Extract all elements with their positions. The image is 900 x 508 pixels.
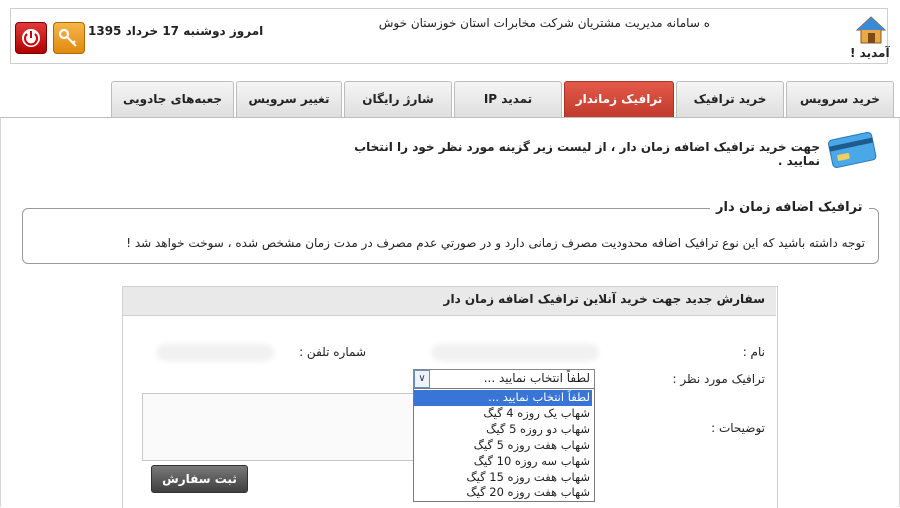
app-title: ه سامانه مدیریت مشتریان شرکت مخابرات است… bbox=[378, 16, 710, 30]
password-key-button[interactable] bbox=[53, 22, 85, 54]
tab-ip-renewal[interactable]: تمدید IP bbox=[454, 81, 562, 118]
phone-value-redacted bbox=[160, 348, 270, 357]
logout-button[interactable] bbox=[15, 22, 47, 54]
dropdown-option[interactable]: شهاب یک روزه 4 گیگ bbox=[414, 406, 592, 422]
dropdown-option[interactable]: شهاب سه روزه 10 گیگ bbox=[414, 454, 592, 470]
notice-text: توجه داشته باشید که این نوع ترافیک اضافه… bbox=[126, 236, 865, 250]
power-icon bbox=[22, 29, 40, 47]
tab-buy-service[interactable]: خرید سرویس bbox=[786, 81, 894, 118]
dropdown-option[interactable]: شهاب دو روزه 5 گیگ bbox=[414, 422, 592, 438]
name-value-redacted bbox=[435, 348, 595, 357]
submit-order-button[interactable]: ثبت سفارش bbox=[151, 465, 248, 493]
phone-label: شماره تلفن : bbox=[299, 345, 366, 359]
key-icon bbox=[58, 28, 77, 47]
traffic-dropdown-list[interactable]: لطفاً انتخاب نمایید ... شهاب یک روزه 4 گ… bbox=[413, 388, 595, 502]
credit-card-icon bbox=[828, 131, 877, 168]
chevron-down-icon[interactable]: ∨ bbox=[414, 370, 430, 388]
tab-buy-traffic[interactable]: خرید ترافیک bbox=[676, 81, 784, 118]
traffic-label: ترافیک مورد نظر : bbox=[672, 372, 765, 386]
order-form-title: سفارش جدید جهت خرید آنلاین ترافیک اضافه … bbox=[443, 292, 765, 306]
tab-free-charge[interactable]: شارژ رایگان bbox=[344, 81, 452, 118]
date-text: امروز دوشنبه 17 خرداد 1395 bbox=[88, 24, 264, 38]
dropdown-option[interactable]: شهاب هفت روزه 15 گیگ bbox=[414, 470, 592, 486]
dropdown-option[interactable]: لطفاً انتخاب نمایید ... bbox=[414, 390, 592, 406]
tab-change-service[interactable]: تغییر سرویس bbox=[236, 81, 342, 118]
traffic-select-value: لطفاً انتخاب نمایید ... bbox=[483, 371, 590, 385]
intro-text: جهت خرید ترافیک اضافه زمان دار ، از لیست… bbox=[354, 140, 820, 168]
tab-magic-boxes[interactable]: جعبه‌های جادویی bbox=[111, 81, 234, 118]
dropdown-option[interactable]: شهاب هفت روزه 5 گیگ bbox=[414, 438, 592, 454]
notice-title: ترافیک اضافه زمان دار bbox=[710, 200, 869, 215]
name-label: نام : bbox=[742, 345, 765, 359]
dropdown-option[interactable]: شهاب هفت روزه 20 گیگ bbox=[414, 485, 592, 501]
home-icon[interactable] bbox=[855, 14, 887, 46]
welcome-text: آمدید ! bbox=[850, 46, 890, 60]
description-label: توضیحات : bbox=[711, 421, 765, 435]
description-textarea[interactable] bbox=[142, 393, 416, 461]
tab-timed-traffic[interactable]: ترافیک زماندار bbox=[564, 81, 674, 118]
